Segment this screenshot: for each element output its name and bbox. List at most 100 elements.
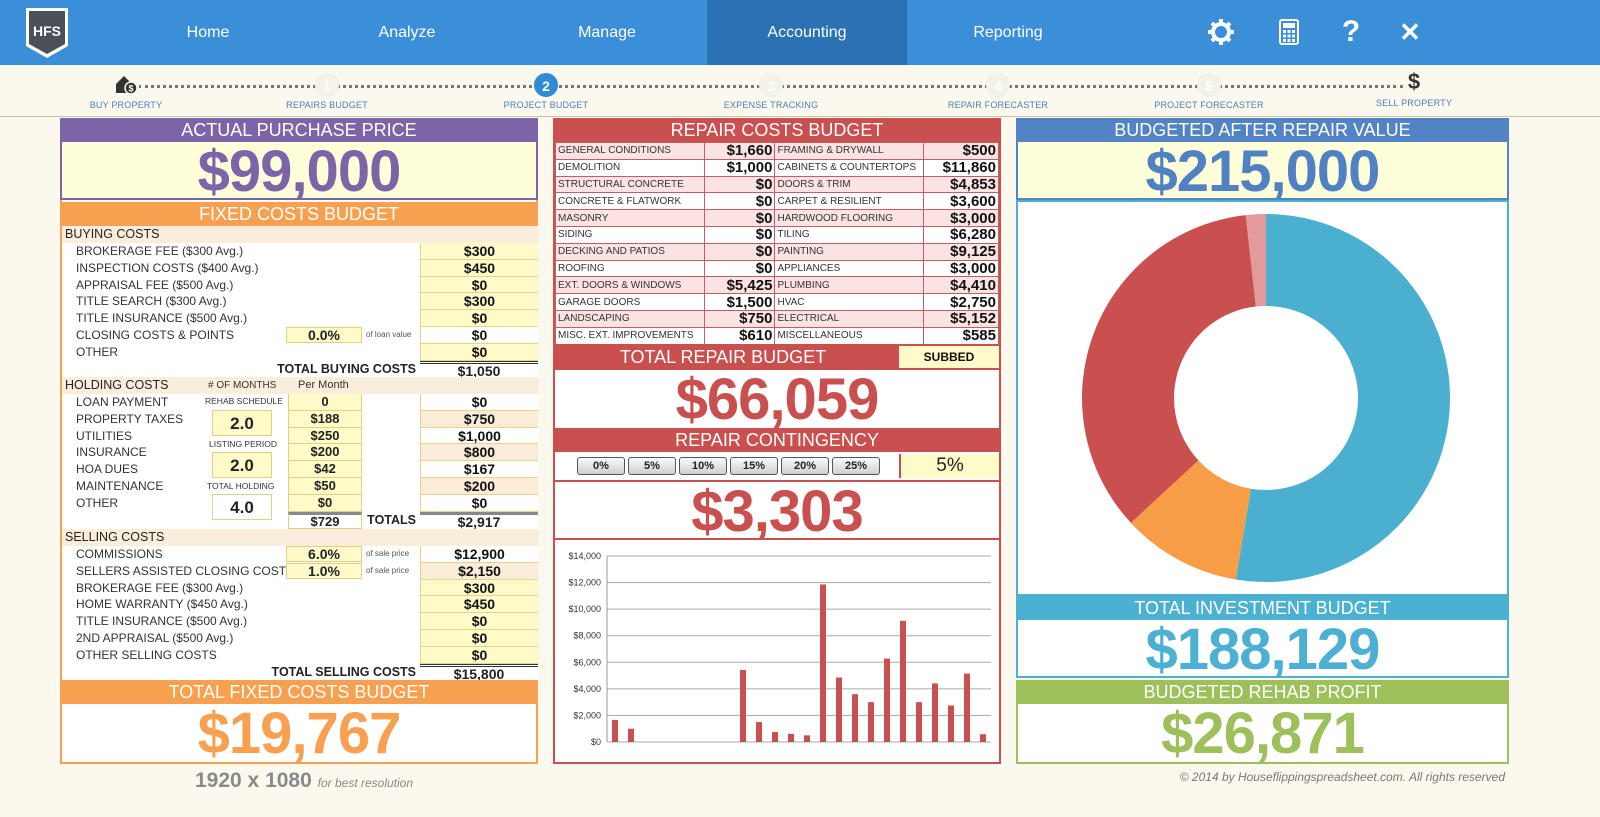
calculator-icon[interactable] xyxy=(1271,14,1307,50)
closing-pct-input[interactable]: 0.0% xyxy=(286,326,362,343)
repair-row: SIDING $0 TILING $6,280 xyxy=(555,225,999,244)
step-sell-property[interactable]: $ SELL PROPERTY xyxy=(1344,69,1484,108)
cost-value-input[interactable]: $0 xyxy=(420,646,538,664)
close-icon[interactable]: ✕ xyxy=(1392,14,1428,50)
cost-value-input[interactable]: $0 xyxy=(420,629,538,647)
repair-item-amount: $0 xyxy=(703,209,776,227)
holding-costs-title: HOLDING COSTS # OF MONTHS Per Month xyxy=(62,377,538,394)
subbed-toggle[interactable]: SUBBED xyxy=(899,346,999,368)
buying-cost-row: TITLE INSURANCE ($500 Avg.) $0 xyxy=(62,310,538,327)
cost-value-input[interactable]: $300 xyxy=(420,579,538,597)
contingency-button-25pct[interactable]: 25% xyxy=(832,457,880,475)
step-buy-property[interactable]: $ BUY PROPERTY xyxy=(56,73,196,110)
arv-value[interactable]: $215,000 xyxy=(1016,142,1509,200)
repair-item-amount: $0 xyxy=(703,225,776,244)
cost-label: HOA DUES xyxy=(76,462,139,477)
cost-value: $750 xyxy=(420,410,538,428)
gear-icon[interactable] xyxy=(1203,14,1239,50)
repair-item-amount: $3,000 xyxy=(923,209,999,227)
cost-value-input[interactable]: $0 xyxy=(420,343,538,361)
nav-tab-accounting[interactable]: Accounting xyxy=(707,0,907,65)
selling-cost-row: TITLE INSURANCE ($500 Avg.) $0 xyxy=(62,613,538,630)
resolution-main: 1920 x 1080 xyxy=(195,769,312,792)
contingency-button-20pct[interactable]: 20% xyxy=(781,457,829,475)
step-project-forecaster[interactable]: 5 PROJECT FORECASTER xyxy=(1139,73,1279,110)
repair-item-amount: $1,500 xyxy=(703,293,776,311)
resolution-sub: for best resolution xyxy=(317,776,414,790)
per-month-input[interactable]: 0 xyxy=(288,394,362,411)
purchase-price-section: ACTUAL PURCHASE PRICE $99,000 xyxy=(60,118,538,200)
step-label: REPAIR FORECASTER xyxy=(947,100,1049,110)
nav-tab-analyze[interactable]: Analyze xyxy=(307,0,507,65)
buying-costs-section: BUYING COSTS BROKERAGE FEE ($300 Avg.) $3… xyxy=(62,226,538,378)
holding-cost-row: HOA DUES $42 $167 xyxy=(62,461,538,478)
months-header: # OF MONTHS xyxy=(208,380,277,391)
holding-costs-section: HOLDING COSTS # OF MONTHS Per Month LOAN… xyxy=(62,377,538,529)
workflow-stepper: $ BUY PROPERTY 1 REPAIRS BUDGET 2 PROJEC… xyxy=(0,65,1600,117)
y-tick-label: $10,000 xyxy=(568,604,601,614)
cost-value-input[interactable]: $0 xyxy=(420,276,538,294)
bar-landscaping xyxy=(772,732,778,742)
cost-value-input[interactable]: $450 xyxy=(420,259,538,277)
per-month-input[interactable]: $42 xyxy=(288,461,362,478)
repair-item-label: GENERAL CONDITIONS xyxy=(555,142,705,160)
per-month-input[interactable]: $200 xyxy=(288,444,362,462)
buying-cost-row: INSPECTION COSTS ($400 Avg.) $450 xyxy=(62,259,538,277)
rehab-months-input[interactable]: 2.0 xyxy=(212,410,272,436)
buying-cost-row: CLOSING COSTS & POINTS 0.0% of loan value $… xyxy=(62,326,538,344)
sale-pct-input[interactable]: 6.0% xyxy=(286,546,362,562)
bar-garage-doors xyxy=(756,722,762,742)
bar-general-conditions xyxy=(612,719,618,742)
y-tick-label: $2,000 xyxy=(573,710,601,720)
repair-row: MASONRY $0 HARDWOOD FLOORING $3,000 xyxy=(555,209,999,227)
cost-label: OTHER SELLING COSTS xyxy=(76,647,217,662)
cost-value-input: $0 xyxy=(420,326,538,344)
listing-months-input[interactable]: 2.0 xyxy=(212,452,272,478)
cost-value: $167 xyxy=(420,461,538,478)
total-selling-costs-value: $15,800 xyxy=(420,663,538,681)
repair-row: STRUCTURAL CONCRETE $0 DOORS & TRIM $4,853 xyxy=(555,175,999,194)
nav-tab-home[interactable]: Home xyxy=(108,0,308,65)
step-expense-tracking[interactable]: 3 EXPENSE TRACKING xyxy=(701,73,841,110)
contingency-button-10pct[interactable]: 10% xyxy=(679,457,727,475)
sale-pct-input[interactable]: 1.0% xyxy=(286,562,362,579)
repair-item-label: GARAGE DOORS xyxy=(555,293,705,311)
nav-tab-manage[interactable]: Manage xyxy=(507,0,707,65)
step-project-budget[interactable]: 2 PROJECT BUDGET xyxy=(476,73,616,110)
per-month-input[interactable]: $188 xyxy=(288,410,362,428)
contingency-button-15pct[interactable]: 15% xyxy=(730,457,778,475)
help-icon[interactable]: ? xyxy=(1333,14,1369,50)
total-buying-costs-value: $1,050 xyxy=(420,360,538,378)
per-month-input[interactable]: $250 xyxy=(288,427,362,445)
step-repairs-budget[interactable]: 1 REPAIRS BUDGET xyxy=(257,73,397,110)
step-label: EXPENSE TRACKING xyxy=(723,100,819,110)
cost-label: SELLERS ASSISTED CLOSING COSTS xyxy=(76,563,295,578)
per-month-input[interactable]: $0 xyxy=(288,494,362,512)
summary-panel: BUDGETED AFTER REPAIR VALUE $215,000 TOT… xyxy=(1016,118,1509,764)
dollar-icon: $ xyxy=(1403,69,1425,95)
holding-cost-row: LOAN PAYMENT 0 $0 xyxy=(62,394,538,411)
bar-hvac xyxy=(948,705,954,742)
contingency-button-5pct[interactable]: 5% xyxy=(628,457,676,475)
cost-value-input[interactable]: $0 xyxy=(420,613,538,630)
holding-cost-row: OTHER $0 $0 xyxy=(62,494,538,512)
repair-contingency-header: REPAIR CONTINGENCY xyxy=(553,428,1001,452)
house-dollar-icon: $ xyxy=(113,73,139,97)
selling-costs-title: SELLING COSTS xyxy=(62,529,538,546)
step-repair-forecaster[interactable]: 4 REPAIR FORECASTER xyxy=(928,73,1068,110)
per-month-input[interactable]: $50 xyxy=(288,477,362,495)
hfs-logo[interactable]: HFS xyxy=(24,6,70,60)
total-investment-header: TOTAL INVESTMENT BUDGET xyxy=(1016,596,1509,620)
contingency-button-0pct[interactable]: 0% xyxy=(577,457,625,475)
purchase-price-value[interactable]: $99,000 xyxy=(60,142,538,200)
holding-cost-row: UTILITIES $250 $1,000 xyxy=(62,427,538,445)
repair-item-amount: $4,853 xyxy=(923,175,999,194)
cost-value-input[interactable]: $0 xyxy=(420,310,538,327)
repair-item-label: CABINETS & COUNTERTOPS xyxy=(774,158,925,177)
cost-label: COMMISSIONS xyxy=(76,547,163,561)
step-label: SELL PROPERTY xyxy=(1375,98,1453,108)
cost-value-input[interactable]: $300 xyxy=(420,243,538,260)
cost-value-input[interactable]: $300 xyxy=(420,293,538,311)
nav-tab-reporting[interactable]: Reporting xyxy=(908,0,1108,65)
cost-value-input[interactable]: $450 xyxy=(420,596,538,614)
